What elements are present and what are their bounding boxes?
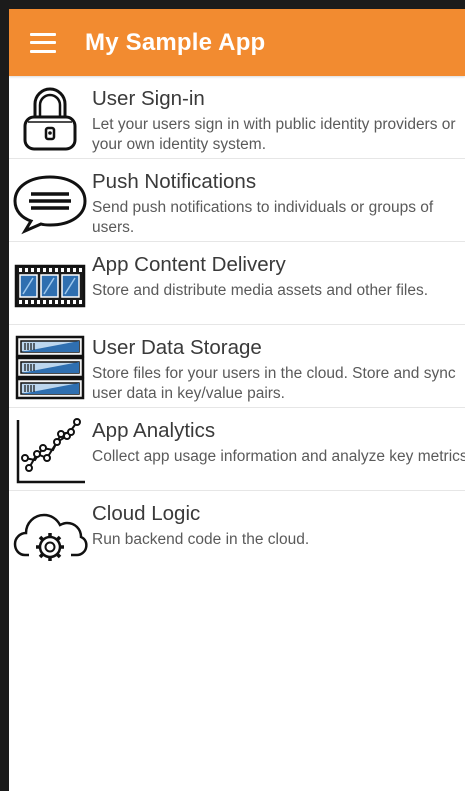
film-strip-icon: [11, 248, 89, 320]
list-item-user-data-storage[interactable]: User Data Storage Store files for your u…: [9, 325, 465, 408]
item-description: Store and distribute media assets and ot…: [92, 282, 429, 299]
device-frame-left: [0, 0, 9, 791]
list-item-push-notifications[interactable]: Push Notifications Send push notificatio…: [9, 159, 465, 242]
item-title: User Sign-in: [92, 87, 205, 110]
item-title: Push Notifications: [92, 170, 257, 193]
app-title: My Sample App: [85, 28, 266, 56]
item-title: Cloud Logic: [92, 502, 201, 525]
app-bar: My Sample App: [9, 9, 465, 76]
item-description: Collect app usage information and analyz…: [92, 448, 465, 465]
item-description: Store files for your users in the cloud.…: [92, 365, 456, 402]
line-chart-icon: [11, 414, 89, 486]
item-title: App Analytics: [92, 419, 216, 442]
app-screen: My Sample App User Sign-in Let your user…: [9, 9, 465, 791]
list-item-user-sign-in[interactable]: User Sign-in Let your users sign in with…: [9, 76, 465, 159]
list-item-app-analytics[interactable]: App Analytics Collect app usage informat…: [9, 408, 465, 491]
feature-list: User Sign-in Let your users sign in with…: [9, 76, 465, 574]
hamburger-menu-icon[interactable]: [30, 32, 56, 53]
server-storage-icon: [11, 331, 89, 403]
device-frame-top: [0, 0, 465, 9]
item-description: Send push notifications to individuals o…: [92, 199, 434, 236]
padlock-icon: [11, 82, 89, 154]
item-description: Run backend code in the cloud.: [92, 531, 310, 548]
item-title: App Content Delivery: [92, 253, 286, 276]
item-title: User Data Storage: [92, 336, 262, 359]
chat-bubble-icon: [11, 165, 89, 237]
item-description: Let your users sign in with public ident…: [92, 116, 456, 153]
list-item-cloud-logic[interactable]: Cloud Logic Run backend code in the clou…: [9, 491, 465, 574]
list-item-app-content-delivery[interactable]: App Content Delivery Store and distribut…: [9, 242, 465, 325]
cloud-gear-icon: [11, 497, 89, 569]
